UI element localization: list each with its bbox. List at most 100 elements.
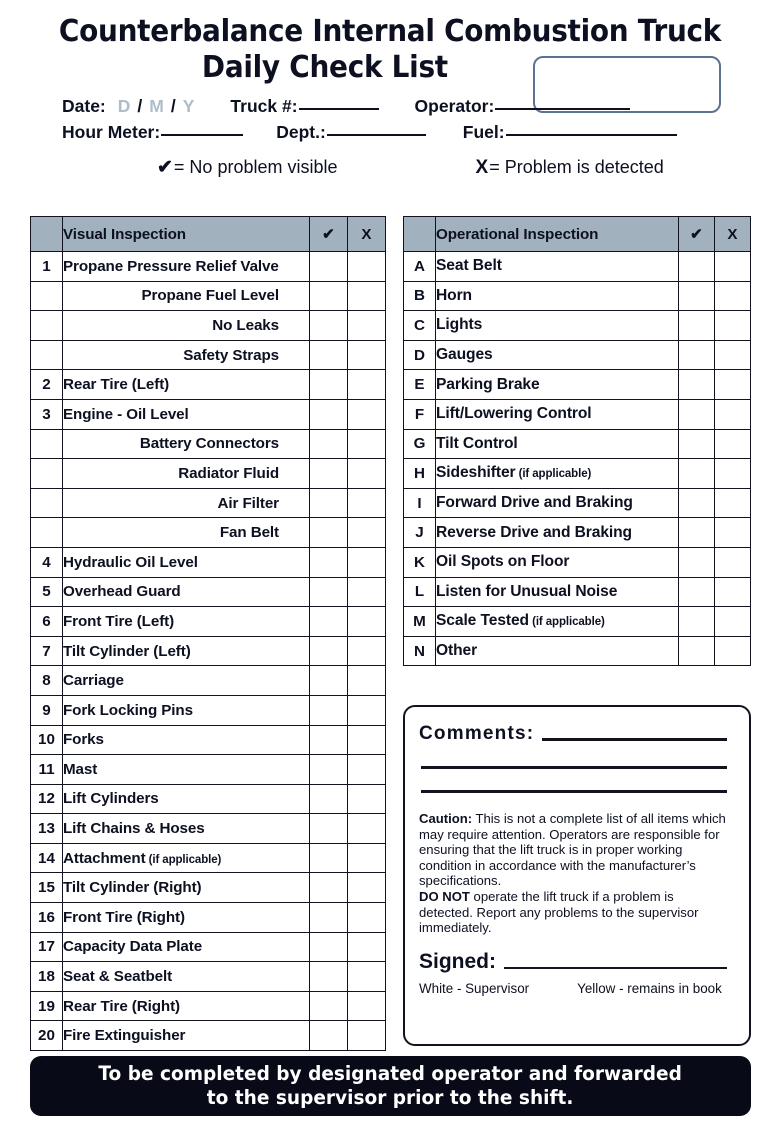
check-cell[interactable]	[678, 310, 715, 341]
x-cell[interactable]	[347, 398, 386, 430]
x-cell[interactable]	[347, 606, 386, 637]
dept-input-rule[interactable]	[326, 134, 426, 136]
x-cell[interactable]	[347, 369, 386, 400]
x-cell[interactable]	[714, 251, 751, 282]
truck-id-box[interactable]	[533, 56, 721, 113]
date-day-placeholder[interactable]: D	[116, 96, 133, 117]
check-cell[interactable]	[309, 990, 348, 1022]
x-cell[interactable]	[714, 310, 751, 341]
x-cell[interactable]	[347, 813, 386, 844]
check-cell[interactable]	[678, 517, 715, 548]
x-cell[interactable]	[347, 902, 386, 933]
x-cell[interactable]	[347, 517, 386, 548]
check-cell[interactable]	[309, 546, 348, 578]
x-cell[interactable]	[714, 339, 751, 371]
x-cell[interactable]	[347, 665, 386, 696]
check-cell[interactable]	[309, 1020, 348, 1052]
check-cell[interactable]	[309, 872, 348, 904]
comments-line-3[interactable]	[421, 790, 727, 793]
x-cell[interactable]	[714, 458, 751, 489]
x-cell[interactable]	[347, 428, 386, 460]
x-cell[interactable]	[714, 369, 751, 400]
check-cell[interactable]	[309, 369, 348, 400]
check-cell[interactable]	[678, 487, 715, 519]
x-cell[interactable]	[347, 339, 386, 371]
x-cell[interactable]	[714, 398, 751, 430]
check-cell[interactable]	[678, 576, 715, 608]
fuel-input-rule[interactable]	[505, 134, 677, 136]
check-cell[interactable]	[309, 902, 348, 933]
x-cell[interactable]	[347, 931, 386, 963]
x-cell[interactable]	[714, 428, 751, 460]
check-cell[interactable]	[309, 961, 348, 992]
check-cell[interactable]	[678, 606, 715, 637]
truck-number-input-rule[interactable]	[298, 108, 379, 110]
check-cell[interactable]	[309, 398, 348, 430]
x-cell[interactable]	[347, 724, 386, 756]
x-cell[interactable]	[714, 280, 751, 312]
check-cell[interactable]	[309, 694, 348, 726]
check-cell[interactable]	[309, 635, 348, 667]
check-cell[interactable]	[309, 931, 348, 963]
x-cell[interactable]	[347, 1020, 386, 1052]
fuel-field[interactable]: Fuel:	[463, 122, 677, 143]
check-cell[interactable]	[309, 606, 348, 637]
x-cell[interactable]	[347, 487, 386, 519]
x-cell[interactable]	[347, 280, 386, 312]
check-cell[interactable]	[309, 665, 348, 696]
check-cell[interactable]	[309, 487, 348, 519]
check-cell[interactable]	[678, 251, 715, 282]
check-cell[interactable]	[309, 517, 348, 548]
x-cell[interactable]	[714, 576, 751, 608]
x-cell[interactable]	[347, 754, 386, 785]
check-cell[interactable]	[678, 280, 715, 312]
x-cell[interactable]	[347, 694, 386, 726]
x-cell[interactable]	[347, 546, 386, 578]
check-cell[interactable]	[309, 458, 348, 489]
check-cell[interactable]	[309, 576, 348, 608]
date-year-placeholder[interactable]: Y	[181, 96, 197, 117]
x-cell[interactable]	[347, 635, 386, 667]
x-cell[interactable]	[347, 251, 386, 282]
x-cell[interactable]	[347, 872, 386, 904]
check-cell[interactable]	[678, 546, 715, 578]
check-cell[interactable]	[309, 842, 348, 874]
comments-line-1[interactable]	[542, 738, 727, 741]
x-cell[interactable]	[347, 990, 386, 1022]
signature-line[interactable]	[504, 966, 727, 969]
check-cell[interactable]	[678, 339, 715, 371]
dept-field[interactable]: Dept.:	[276, 122, 426, 143]
x-cell[interactable]	[714, 517, 751, 548]
operator-input-rule[interactable]	[495, 108, 631, 110]
x-cell[interactable]	[714, 635, 751, 667]
x-cell[interactable]	[347, 458, 386, 489]
check-cell[interactable]	[678, 369, 715, 400]
x-cell[interactable]	[347, 576, 386, 608]
check-cell[interactable]	[678, 428, 715, 460]
hour-meter-field[interactable]: Hour Meter:	[62, 122, 244, 143]
x-cell[interactable]	[347, 961, 386, 992]
truck-number-field[interactable]: Truck #:	[230, 96, 379, 117]
check-cell[interactable]	[309, 251, 348, 282]
comments-line-2[interactable]	[421, 766, 727, 769]
x-cell[interactable]	[347, 310, 386, 341]
date-field[interactable]: Date: D / M / Y	[62, 96, 196, 117]
check-cell[interactable]	[678, 635, 715, 667]
check-cell[interactable]	[678, 398, 715, 430]
check-cell[interactable]	[309, 724, 348, 756]
x-cell[interactable]	[714, 487, 751, 519]
check-cell[interactable]	[678, 458, 715, 489]
check-cell[interactable]	[309, 339, 348, 371]
check-cell[interactable]	[309, 783, 348, 815]
x-cell[interactable]	[347, 783, 386, 815]
check-cell[interactable]	[309, 280, 348, 312]
x-cell[interactable]	[714, 546, 751, 578]
check-cell[interactable]	[309, 813, 348, 844]
check-cell[interactable]	[309, 428, 348, 460]
date-month-placeholder[interactable]: M	[147, 96, 166, 117]
check-cell[interactable]	[309, 754, 348, 785]
x-cell[interactable]	[347, 842, 386, 874]
hour-meter-input-rule[interactable]	[161, 134, 244, 136]
check-cell[interactable]	[309, 310, 348, 341]
x-cell[interactable]	[714, 606, 751, 637]
